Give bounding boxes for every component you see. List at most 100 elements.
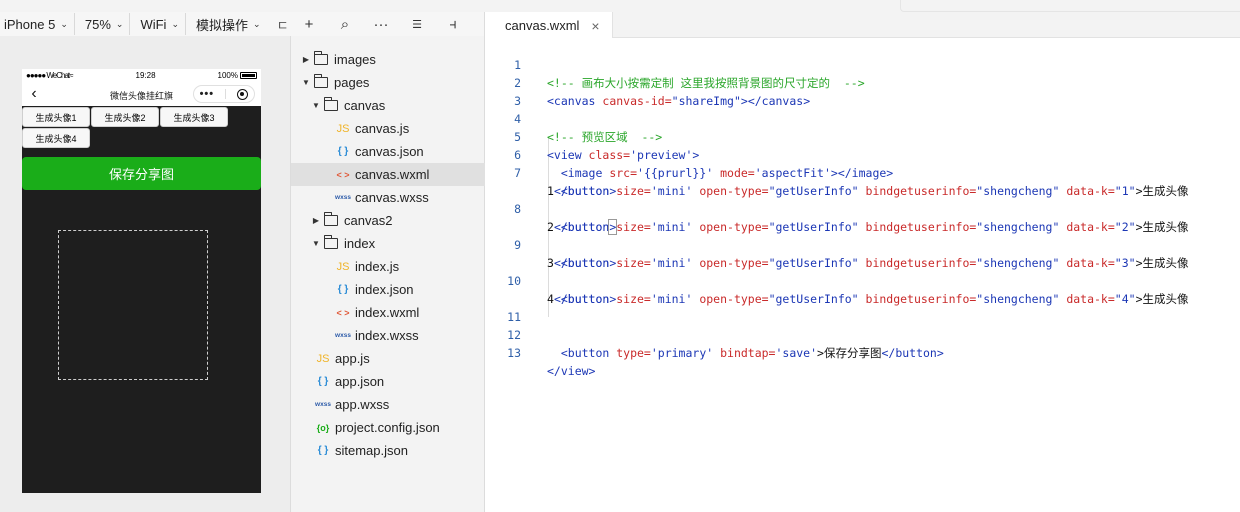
more-icon[interactable]: ···	[363, 16, 399, 33]
code-tag: </view>	[547, 364, 596, 378]
battery-level: 100%	[217, 71, 238, 80]
avatar-button-row: 生成头像1 生成头像2 生成头像3 生成头像4	[22, 106, 261, 148]
tab-canvas-wxml[interactable]: canvas.wxml ×	[485, 12, 613, 39]
tree-folder-images[interactable]: ▶ images	[291, 48, 485, 71]
tree-label: index.js	[355, 259, 400, 274]
tree-label: canvas.json	[355, 144, 424, 159]
tree-file-canvas-wxml[interactable]: < > canvas.wxml	[291, 163, 485, 186]
close-icon[interactable]: ×	[591, 18, 599, 34]
chevron-down-icon: ⌄	[60, 18, 68, 29]
capsule-divider	[225, 89, 227, 99]
generate-avatar-4-button[interactable]: 生成头像4	[22, 128, 90, 148]
js-file-icon: JS	[336, 122, 350, 135]
code-attr: type=	[609, 346, 651, 360]
tree-file-index-wxss[interactable]: wxss index.wxss	[291, 324, 485, 347]
folder-open-icon	[324, 235, 338, 249]
network-label: WiFi	[140, 16, 167, 32]
chevron-down-icon: ⌄	[253, 18, 261, 29]
js-file-icon: JS	[316, 352, 330, 365]
tree-file-canvas-js[interactable]: JS canvas.js	[291, 117, 485, 140]
json-file-icon: { }	[337, 284, 349, 295]
code-attr: bindtap=	[713, 346, 776, 360]
generate-avatar-2-button[interactable]: 生成头像2	[91, 107, 159, 127]
tree-file-canvas-wxss[interactable]: wxss canvas.wxss	[291, 186, 485, 209]
code-line: 1 <!-- 画布大小按需定制 这里我按照背景图的尺寸定的 -->	[485, 38, 1240, 90]
code-line: 10 <button size='mini' open-type="getUse…	[485, 254, 1240, 306]
tree-file-index-js[interactable]: JS index.js	[291, 255, 485, 278]
tree-file-canvas-json[interactable]: { } canvas.json	[291, 140, 485, 163]
tree-file-app-js[interactable]: JS app.js	[291, 347, 485, 370]
code-line: 4 <!-- 预览区域 -->	[485, 92, 1240, 144]
code-line: 7 <button size='mini' open-type="getUser…	[485, 146, 1240, 198]
tree-label: app.json	[335, 374, 385, 389]
folder-open-icon	[324, 97, 338, 111]
tree-folder-pages[interactable]: ▼ pages	[291, 71, 485, 94]
tree-label: project.config.json	[335, 420, 440, 435]
add-file-icon[interactable]: +	[291, 16, 327, 33]
code-line: 12 <button type='primary' bindtap='save'…	[485, 308, 1240, 360]
sort-icon[interactable]: ☰	[399, 18, 435, 31]
zoom-label: 75%	[84, 16, 111, 32]
tree-label: images	[334, 52, 376, 67]
save-share-image-button[interactable]: 保存分享图	[22, 157, 261, 190]
tree-label: canvas2	[344, 213, 393, 228]
tree-folder-index[interactable]: ▼ index	[291, 232, 485, 255]
tree-file-project-config[interactable]: {o} project.config.json	[291, 416, 485, 439]
tree-folder-canvas2[interactable]: ▶ canvas2	[291, 209, 485, 232]
menu-capsule[interactable]: •••	[193, 85, 255, 103]
code-line: 8 <button size='mini' open-type="getUser…	[485, 182, 1240, 234]
tree-file-sitemap[interactable]: { } sitemap.json	[291, 439, 485, 462]
file-tree: ▶ images ▼ pages ▼ canvas JS canvas.js { } ca…	[291, 36, 485, 512]
carrier: ●●●●● WeChat	[26, 71, 70, 80]
code-line: 11	[485, 290, 1240, 324]
zoom-select[interactable]: 75% ⌄	[75, 13, 131, 35]
network-select[interactable]: WiFi ⌄	[130, 13, 186, 35]
tree-file-app-wxss[interactable]: wxss app.wxss	[291, 393, 485, 416]
json-file-icon: { }	[337, 146, 349, 157]
wxss-file-icon: wxss	[335, 194, 351, 201]
search-icon[interactable]: ⌕	[327, 16, 363, 33]
tree-label: index.json	[355, 282, 414, 297]
caret-down-icon: ▼	[312, 101, 320, 110]
code-line: 3	[485, 74, 1240, 108]
tree-folder-canvas[interactable]: ▼ canvas	[291, 94, 485, 117]
battery-icon	[240, 72, 257, 80]
code-line: 9 <button size='mini' open-type="getUser…	[485, 218, 1240, 270]
preview-image-area	[58, 230, 208, 380]
code-line-wrap: 4</button>	[485, 272, 1240, 306]
generate-avatar-1-button[interactable]: 生成头像1	[22, 107, 90, 127]
folder-open-icon	[314, 74, 328, 88]
more-dots-icon[interactable]: •••	[200, 89, 215, 100]
tree-file-index-wxml[interactable]: < > index.wxml	[291, 301, 485, 324]
collapse-icon[interactable]: ⫞	[435, 16, 471, 33]
tree-file-app-json[interactable]: { } app.json	[291, 370, 485, 393]
chevron-down-icon: ⌄	[171, 18, 179, 29]
line-number: 13	[507, 346, 521, 360]
close-target-icon[interactable]	[237, 88, 249, 100]
caret-right-icon: ▶	[312, 216, 320, 225]
tree-label: index.wxss	[355, 328, 419, 343]
tree-file-index-json[interactable]: { } index.json	[291, 278, 485, 301]
caret-right-icon: ▶	[302, 55, 310, 64]
code-line: 13 </view>	[485, 326, 1240, 378]
code-text: >保存分享图	[817, 346, 882, 360]
editor-tab-bar: canvas.wxml ×	[485, 12, 1240, 39]
code-value: 'save'	[775, 346, 818, 360]
code-line-wrap: 2</button>	[485, 200, 1240, 235]
status-time: 19:28	[135, 71, 156, 80]
simulator-toolbar: iPhone 5 ⌄ 75% ⌄ WiFi ⌄ 模拟操作 ⌄ ㄷ	[0, 12, 291, 36]
wxss-file-icon: wxss	[315, 401, 331, 408]
tree-label: canvas.js	[355, 121, 410, 136]
wxss-file-icon: wxss	[335, 332, 351, 339]
code-editor[interactable]: 1 <!-- 画布大小按需定制 这里我按照背景图的尺寸定的 --> 2 <can…	[485, 38, 1240, 512]
rotate-icon[interactable]: ㄷ	[267, 15, 289, 34]
js-file-icon: JS	[336, 260, 350, 273]
device-select[interactable]: iPhone 5 ⌄	[0, 13, 75, 35]
phone-screen: ●●●●● WeChat≈ 19:28 100% ‹ 微信头像挂红旗 ••• 生…	[22, 69, 261, 493]
tree-label: sitemap.json	[335, 443, 408, 458]
tree-label: pages	[334, 75, 370, 90]
operation-label: 模拟操作	[196, 17, 249, 33]
phone-status-bar: ●●●●● WeChat≈ 19:28 100%	[22, 69, 261, 82]
generate-avatar-3-button[interactable]: 生成头像3	[160, 107, 228, 127]
operation-select[interactable]: 模拟操作 ⌄	[186, 13, 267, 35]
